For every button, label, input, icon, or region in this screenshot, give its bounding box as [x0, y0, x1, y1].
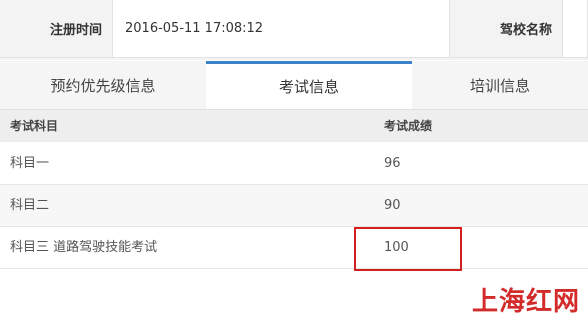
tab-booking-priority[interactable]: 预约优先级信息 [0, 61, 206, 109]
info-row: 注册时间 2016-05-11 17:08:12 驾校名称 [0, 0, 588, 60]
score-highlight-box [354, 227, 462, 271]
header-score: 考试成绩 [384, 119, 433, 133]
row-score: 90 [384, 198, 401, 213]
watermark-logo: 上海红网 [471, 287, 580, 317]
reg-time-value: 2016-05-11 17:08:12 [112, 0, 450, 58]
table-row: 科目二 90 [0, 185, 588, 227]
row-subject: 科目二 [10, 198, 50, 213]
table-row: 科目三 道路驾驶技能考试 100 [0, 227, 588, 269]
row-subject: 科目一 [10, 156, 50, 171]
school-value [562, 0, 588, 58]
row-subject: 科目三 道路驾驶技能考试 [10, 240, 158, 255]
tab-exam-info[interactable]: 考试信息 [206, 61, 412, 109]
row-score: 96 [384, 156, 401, 171]
school-label: 驾校名称 [450, 0, 562, 58]
tab-bar: 预约优先级信息 考试信息 培训信息 [0, 61, 588, 110]
tab-training-info[interactable]: 培训信息 [412, 61, 588, 109]
reg-time-label: 注册时间 [0, 0, 112, 58]
header-subject: 考试科目 [10, 119, 59, 133]
table-header: 考试科目 考试成绩 [0, 110, 588, 142]
table-row: 科目一 96 [0, 143, 588, 185]
